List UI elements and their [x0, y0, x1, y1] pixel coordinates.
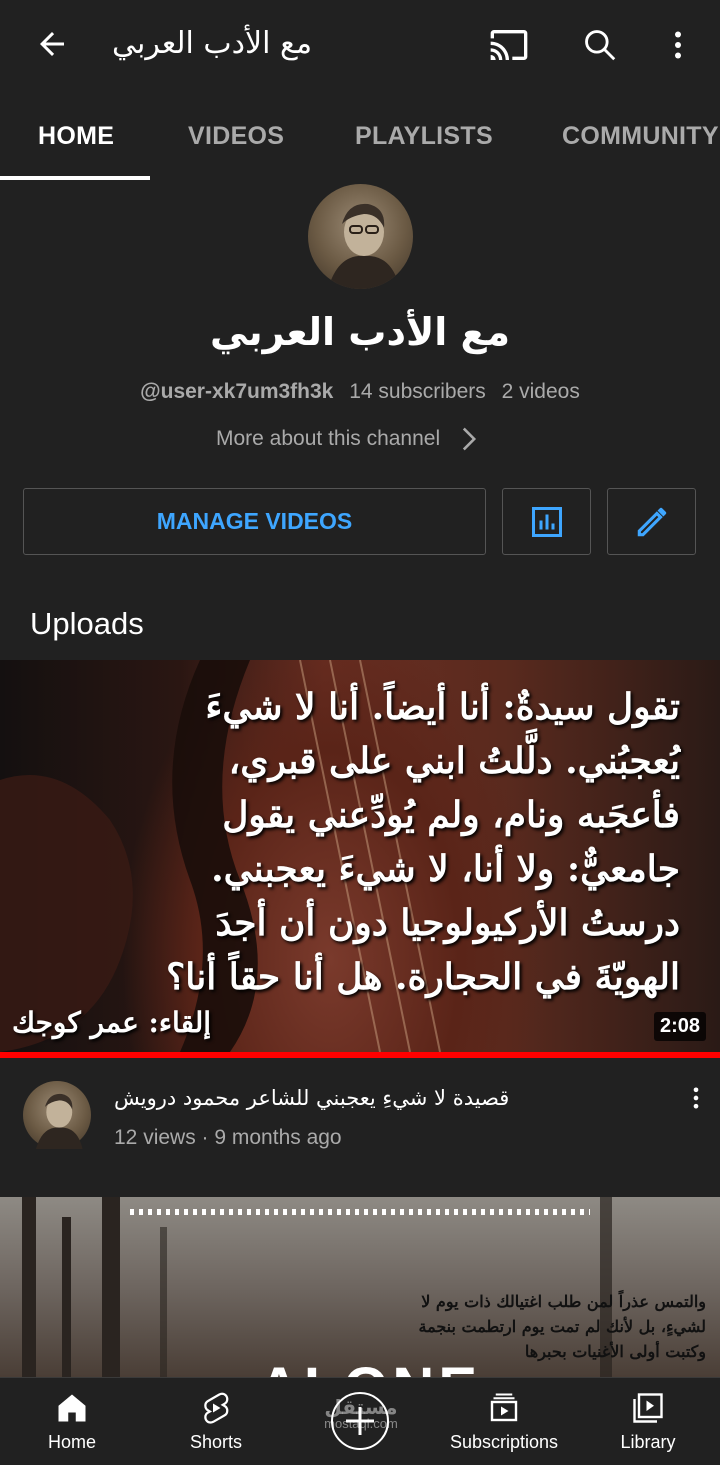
- tab-home[interactable]: HOME: [38, 122, 114, 151]
- video-info-row[interactable]: قصيدة لا شيءِ يعجبني للشاعر محمود درويش …: [0, 1066, 720, 1176]
- manage-videos-label: MANAGE VIDEOS: [156, 508, 353, 534]
- watermark-latin: mostaql.com: [324, 1416, 398, 1431]
- analytics-button[interactable]: [502, 488, 591, 555]
- manage-videos-button[interactable]: MANAGE VIDEOS: [23, 488, 486, 555]
- back-arrow-icon[interactable]: [28, 20, 76, 68]
- nav-library[interactable]: Library: [576, 1378, 720, 1465]
- channel-title: مع الأدب العربي: [112, 26, 313, 61]
- tab-playlists[interactable]: PLAYLISTS: [355, 122, 493, 151]
- home-icon: [58, 1394, 86, 1422]
- library-icon: [633, 1393, 663, 1423]
- watermark-arabic: مستقل: [324, 1397, 398, 1419]
- subscriptions-icon: [490, 1393, 518, 1422]
- tab-videos[interactable]: VIDEOS: [188, 122, 284, 151]
- channel-stats: @user-xk7um3fh3k 14 subscribers 2 videos: [0, 380, 720, 404]
- chevron-right-icon: [463, 427, 477, 451]
- tree-trunk: [62, 1217, 71, 1377]
- tab-community[interactable]: COMMUNITY: [562, 122, 719, 151]
- edit-pencil-icon: [637, 507, 666, 536]
- tree-trunk: [102, 1197, 120, 1377]
- edit-channel-button[interactable]: [607, 488, 696, 555]
- thumbnail-2-poem-text: والتمس عذراً لمن طلب اغتيالك ذات يوم لا …: [418, 1292, 706, 1361]
- shorts-icon: [204, 1392, 229, 1424]
- watch-progress-bar: [0, 1052, 720, 1058]
- nav-home-label: Home: [47, 1432, 96, 1452]
- search-icon[interactable]: [576, 21, 624, 69]
- video-title[interactable]: قصيدة لا شيءِ يعجبني للشاعر محمود درويش: [114, 1086, 674, 1110]
- thumbnail-credit: إلقاء: عمر كوجك: [12, 1006, 212, 1039]
- channel-name: مع الأدب العربي: [209, 310, 511, 354]
- subscriber-count: 14 subscribers: [349, 380, 486, 403]
- tree-trunk: [22, 1197, 36, 1377]
- video-thumbnail-2[interactable]: والتمس عذراً لمن طلب اغتيالك ذات يوم لا …: [0, 1197, 720, 1377]
- more-vert-icon[interactable]: [654, 21, 702, 69]
- active-tab-indicator: [0, 176, 150, 180]
- nav-subscriptions[interactable]: Subscriptions: [432, 1378, 576, 1465]
- uploads-section-title: Uploads: [30, 606, 144, 641]
- thumbnail-poem-text: تقول سيدةٌ: أنا أيضاً. أنا لا شيءَ يُعجب…: [166, 686, 680, 998]
- mostaql-watermark: مستقل mostaql.com: [313, 1397, 409, 1431]
- tree-trunk: [160, 1227, 167, 1377]
- video-duration: 2:08: [653, 1012, 706, 1041]
- channel-handle: @user-xk7um3fh3k: [140, 380, 334, 403]
- audio-waveform-dots: [130, 1209, 590, 1215]
- video-meta: 12 views · 9 months ago: [114, 1126, 342, 1149]
- channel-tabs: HOME VIDEOS PLAYLISTS COMMUNITY: [0, 100, 720, 180]
- more-about-link[interactable]: More about this channel: [216, 426, 478, 452]
- thumbnail-2-title-word: ALONE: [258, 1355, 481, 1377]
- channel-avatar[interactable]: [308, 184, 413, 289]
- more-about-label: More about this channel: [216, 427, 441, 450]
- app-bar: مع الأدب العربي: [0, 0, 720, 90]
- cast-icon[interactable]: [485, 21, 533, 69]
- video-thumbnail[interactable]: تقول سيدةٌ: أنا أيضاً. أنا لا شيءَ يُعجب…: [0, 660, 720, 1052]
- video-more-icon[interactable]: [672, 1074, 720, 1122]
- nav-library-label: Library: [620, 1432, 676, 1452]
- channel-avatar-small[interactable]: [23, 1081, 91, 1149]
- video-count: 2 videos: [501, 380, 580, 403]
- nav-shorts[interactable]: Shorts: [144, 1378, 288, 1465]
- analytics-icon: [531, 506, 562, 537]
- nav-subscriptions-label: Subscriptions: [449, 1432, 559, 1452]
- nav-shorts-label: Shorts: [189, 1432, 243, 1452]
- nav-home[interactable]: Home: [0, 1378, 144, 1465]
